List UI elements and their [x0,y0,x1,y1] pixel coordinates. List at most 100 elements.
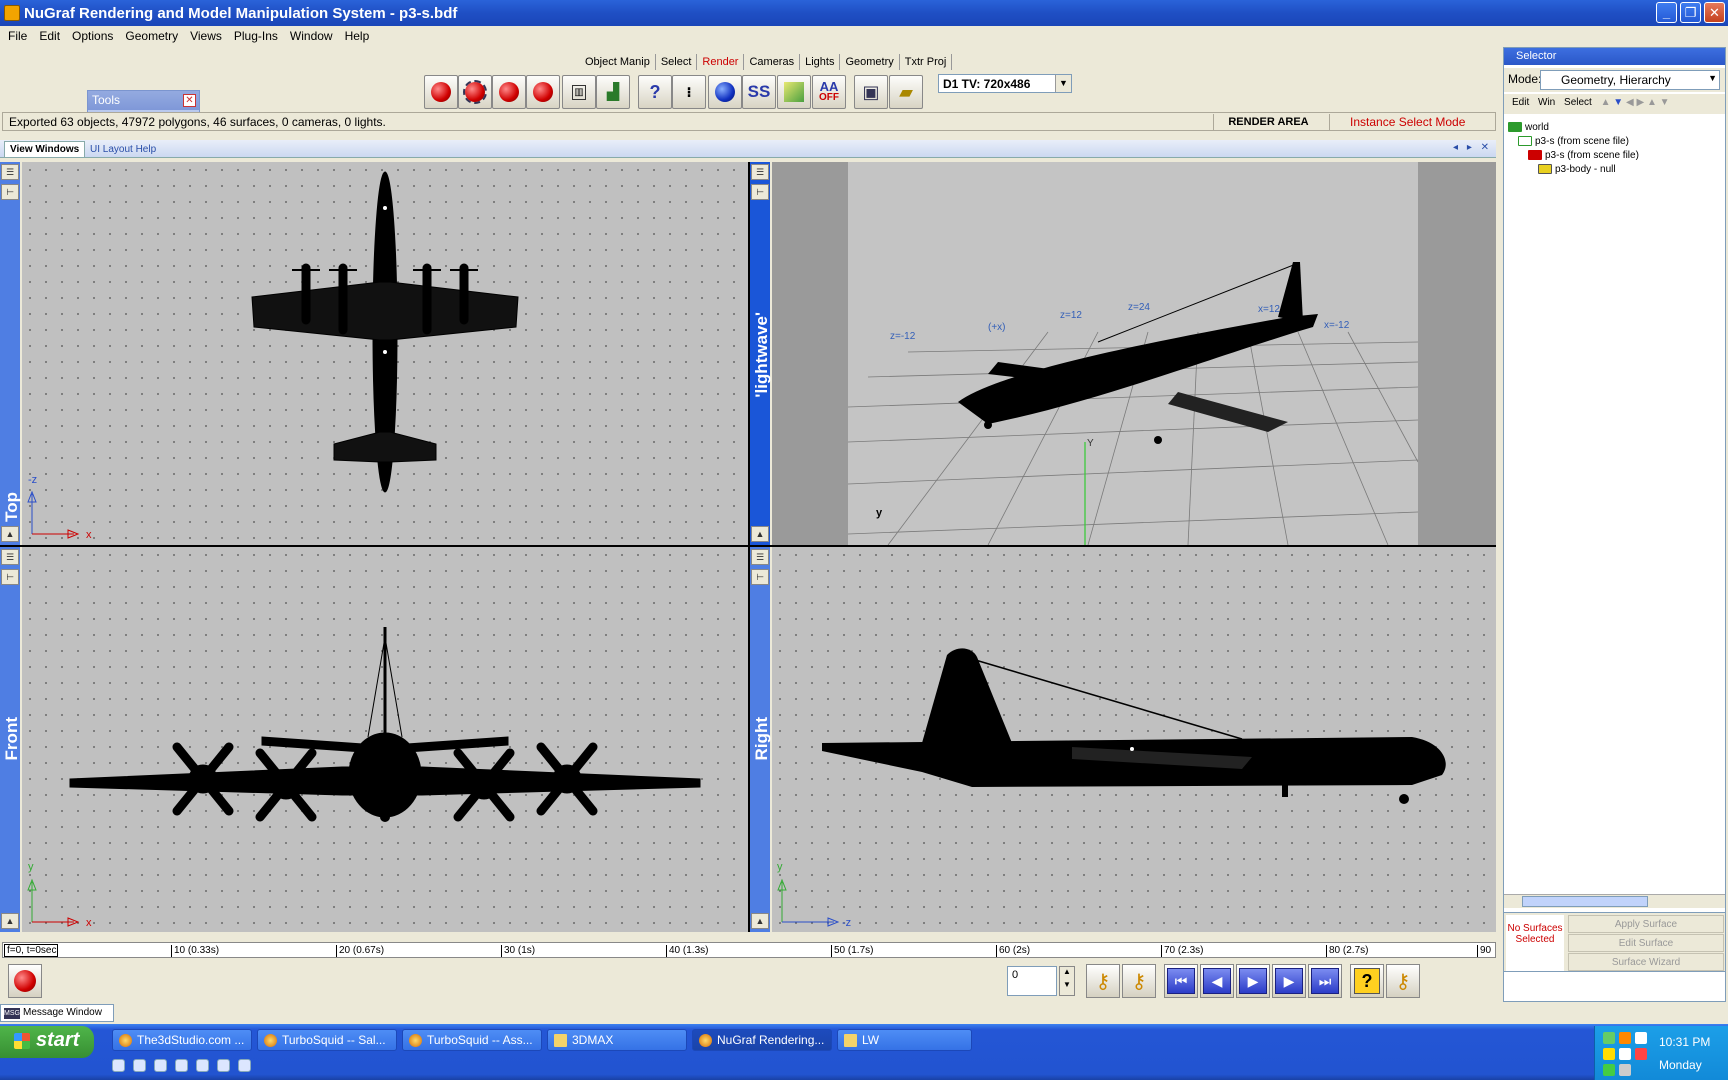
supersample-button[interactable]: SS [742,75,776,109]
arrow-down-icon[interactable]: ▼ [1660,97,1670,108]
render-sphere-button[interactable] [424,75,458,109]
render-stats-button[interactable]: ▟ [596,75,630,109]
antialias-off-button[interactable]: AA OFF [812,75,846,109]
tray-icon[interactable] [1619,1032,1631,1044]
render-pick-button[interactable] [492,75,526,109]
selector-edit[interactable]: Edit [1512,97,1529,108]
scrollbar-thumb[interactable] [1522,896,1648,907]
start-button[interactable]: start [0,1026,94,1058]
right-view-sidebar[interactable]: ☰ ⊢ Right ▲ [750,547,771,932]
tab-txtr-proj[interactable]: Txtr Proj [899,54,953,70]
tray-icon[interactable] [1635,1048,1647,1060]
viewport-scroll-up-icon[interactable]: ▲ [1,526,19,542]
render-box-button[interactable] [777,75,811,109]
viewport-menu-icon[interactable]: ☰ [1,549,19,565]
render-material-button[interactable] [708,75,742,109]
step-forward-button[interactable]: ▶ [1272,964,1306,998]
quicklaunch-icon[interactable] [238,1059,251,1072]
arrow-up-icon[interactable]: ▲ [1647,97,1657,108]
tree-item[interactable]: p3-s (from scene file) [1518,136,1629,147]
task-nugraf[interactable]: NuGraf Rendering... [692,1029,832,1051]
delete-key-button[interactable]: ⚷ [1122,964,1156,998]
surface-wizard-button[interactable]: Surface Wizard [1568,953,1724,971]
quicklaunch-icon[interactable] [154,1059,167,1072]
task-turbosquid-ass[interactable]: TurboSquid -- Ass... [402,1029,542,1051]
viewport-scroll-up-icon[interactable]: ▲ [751,913,769,929]
render-region-button[interactable] [458,75,492,109]
tree-item[interactable]: p3-s (from scene file) [1528,150,1639,161]
arrow-left-icon[interactable]: ◀ [1626,97,1634,108]
tree-item[interactable]: world [1508,122,1549,133]
menu-help[interactable]: Help [339,29,376,43]
maximize-button[interactable]: ❐ [1680,2,1701,23]
edit-surface-button[interactable]: Edit Surface [1568,934,1724,952]
viewport-scroll-up-icon[interactable]: ▲ [1,913,19,929]
menu-plugins[interactable]: Plug-Ins [228,29,284,43]
render-lights-button[interactable]: ⁝ [672,75,706,109]
arrow-down-icon[interactable]: ▼ [1613,97,1623,108]
tray-icon[interactable] [1635,1032,1647,1044]
message-window-tab[interactable]: MSG Message Window [0,1004,114,1022]
quicklaunch-icon[interactable] [196,1059,209,1072]
step-back-button[interactable]: ◀ [1200,964,1234,998]
clock-time[interactable]: 10:31 PM [1659,1035,1710,1049]
render-queue-button[interactable]: ▰ [889,75,923,109]
top-viewport[interactable]: -z x [22,162,748,545]
save-image-button[interactable]: ▣ [854,75,888,109]
frame-spinner[interactable]: ▲ ▼ [1059,966,1075,996]
chevron-down-icon[interactable]: ▼ [1060,980,1074,989]
quicklaunch-icon[interactable] [175,1059,188,1072]
tray-icon[interactable] [1603,1048,1615,1060]
resolution-dropdown[interactable]: D1 TV: 720x486 ▼ [938,74,1072,93]
view-windows-controls[interactable]: ◂ ▸ ✕ [1453,142,1492,153]
tray-icon[interactable] [1619,1048,1631,1060]
tab-lights[interactable]: Lights [800,54,841,70]
mode-dropdown[interactable]: Geometry, Hierarchy ▼ [1540,70,1720,90]
viewport-pin-icon[interactable]: ⊢ [1,184,19,200]
quicklaunch-icon[interactable] [217,1059,230,1072]
tab-ui-layout-help[interactable]: UI Layout Help [86,142,160,157]
minimize-button[interactable]: _ [1656,2,1677,23]
viewport-menu-icon[interactable]: ☰ [751,164,769,180]
tab-cameras[interactable]: Cameras [744,54,801,70]
tab-select[interactable]: Select [655,54,698,70]
task-3dmax[interactable]: 3DMAX [547,1029,687,1051]
quicklaunch-icon[interactable] [133,1059,146,1072]
menu-geometry[interactable]: Geometry [119,29,184,43]
front-viewport[interactable]: y x [22,547,748,932]
front-view-sidebar[interactable]: ☰ ⊢ Front ▲ [0,547,21,932]
selector-select[interactable]: Select [1564,97,1592,108]
menu-views[interactable]: Views [184,29,228,43]
viewport-scroll-up-icon[interactable]: ▲ [751,526,769,542]
menu-file[interactable]: File [2,29,33,43]
perspective-viewport[interactable]: z=-12 (+x) z=12 z=24 x=12 x=-12 Y y [772,162,1496,546]
render-anim-button[interactable] [8,964,42,998]
timeline-ruler[interactable]: 10 (0.33s) 20 (0.67s) 30 (1s) 40 (1.3s) … [2,942,1496,958]
tools-close-icon[interactable]: ✕ [183,94,196,107]
quicklaunch-icon[interactable] [112,1059,125,1072]
task-the3dstudio[interactable]: The3dStudio.com ... [112,1029,252,1051]
anim-help-button[interactable]: ? [1350,964,1384,998]
tree-item[interactable]: p3-body - null [1538,164,1616,175]
key-options-button[interactable]: ⚷ [1386,964,1420,998]
persp-view-sidebar[interactable]: ☰ ⊢ 'lightwave' ▲ [750,162,771,545]
menu-window[interactable]: Window [284,29,339,43]
top-view-sidebar[interactable]: ☰ ⊢ Top ▲ [0,162,21,545]
viewport-pin-icon[interactable]: ⊢ [1,569,19,585]
viewport-menu-icon[interactable]: ☰ [751,549,769,565]
tab-object-manip[interactable]: Object Manip [580,54,656,70]
tray-icon[interactable] [1619,1064,1631,1076]
tab-render[interactable]: Render [697,54,745,70]
right-viewport[interactable]: y -z [772,547,1496,932]
tab-view-windows[interactable]: View Windows [4,141,86,157]
viewport-menu-icon[interactable]: ☰ [1,164,19,180]
selector-win[interactable]: Win [1538,97,1555,108]
apply-surface-button[interactable]: Apply Surface [1568,915,1724,933]
play-button[interactable]: ▶ [1236,964,1270,998]
viewport-pin-icon[interactable]: ⊢ [751,184,769,200]
go-end-button[interactable]: ⏭ [1308,964,1342,998]
chevron-up-icon[interactable]: ▲ [1060,967,1074,976]
task-lw[interactable]: LW [837,1029,972,1051]
selector-scrollbar[interactable] [1504,894,1725,908]
tray-icon[interactable] [1603,1032,1615,1044]
